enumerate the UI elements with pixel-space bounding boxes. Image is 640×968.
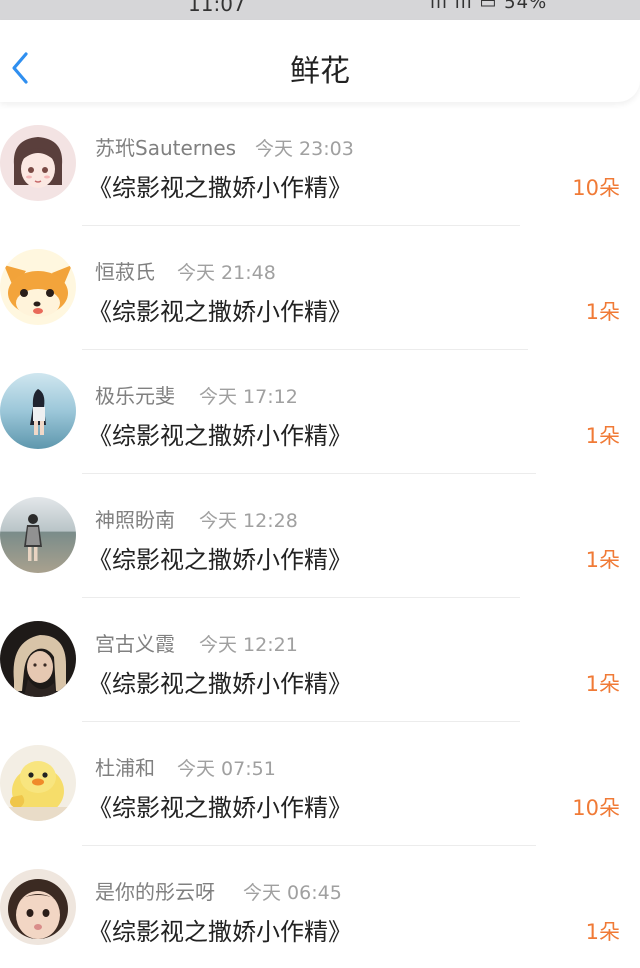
list-item[interactable]: 神照盼南 今天 12:28 《综影视之撒娇小作精》 1朵 <box>0 474 640 598</box>
user-name: 杜浦和 <box>95 756 155 780</box>
user-name: 恒菽氏 <box>95 260 155 284</box>
avatar[interactable] <box>0 869 76 945</box>
timestamp: 今天 12:28 <box>199 510 298 532</box>
timestamp: 今天 23:03 <box>255 138 354 160</box>
book-title: 《综影视之撒娇小作精》 <box>88 174 352 202</box>
avatar[interactable] <box>0 621 76 697</box>
flower-count: 10朵 <box>572 176 620 200</box>
timestamp: 今天 21:48 <box>177 262 276 284</box>
list-item[interactable]: 宫古义霞 今天 12:21 《综影视之撒娇小作精》 1朵 <box>0 598 640 722</box>
list-item[interactable]: 极乐元斐 今天 17:12 《综影视之撒娇小作精》 1朵 <box>0 350 640 474</box>
status-indicators: ıll ıll ▭ 54% <box>430 0 548 13</box>
user-name: 宫古义霞 <box>95 632 175 656</box>
timestamp: 今天 17:12 <box>199 386 298 408</box>
user-name: 极乐元斐 <box>95 384 175 408</box>
avatar[interactable] <box>0 497 76 573</box>
list-item[interactable]: 是你的彤云呀 今天 06:45 《综影视之撒娇小作精》 1朵 <box>0 846 640 968</box>
list-item[interactable]: 恒菽氏 今天 21:48 《综影视之撒娇小作精》 1朵 <box>0 226 640 350</box>
user-name: 苏玳Sauternes <box>95 136 237 160</box>
book-title: 《综影视之撒娇小作精》 <box>88 918 352 946</box>
user-name: 神照盼南 <box>95 508 175 532</box>
book-title: 《综影视之撒娇小作精》 <box>88 794 352 822</box>
user-name: 是你的彤云呀 <box>95 880 215 904</box>
flower-count: 1朵 <box>585 424 620 448</box>
screen: 11:07 ıll ıll ▭ 54% 鲜花 苏玳Sauternes 今天 23… <box>0 0 640 968</box>
book-title: 《综影视之撒娇小作精》 <box>88 546 352 574</box>
flower-count: 1朵 <box>585 548 620 572</box>
header: 鲜花 <box>0 20 640 102</box>
timestamp: 今天 07:51 <box>177 758 276 780</box>
flower-count: 10朵 <box>572 796 620 820</box>
avatar[interactable] <box>0 373 76 449</box>
book-title: 《综影视之撒娇小作精》 <box>88 298 352 326</box>
list-item[interactable]: 苏玳Sauternes 今天 23:03 《综影视之撒娇小作精》 10朵 <box>0 102 640 226</box>
flower-count: 1朵 <box>585 300 620 324</box>
status-time: 11:07 <box>188 0 246 16</box>
avatar[interactable] <box>0 125 76 201</box>
page-title: 鲜花 <box>290 54 350 89</box>
flower-count: 1朵 <box>585 920 620 944</box>
status-bar: 11:07 ıll ıll ▭ 54% <box>0 0 640 20</box>
avatar[interactable] <box>0 249 76 325</box>
avatar[interactable] <box>0 745 76 821</box>
timestamp: 今天 12:21 <box>199 634 298 656</box>
list-item[interactable]: 杜浦和 今天 07:51 《综影视之撒娇小作精》 10朵 <box>0 722 640 846</box>
flower-list: 苏玳Sauternes 今天 23:03 《综影视之撒娇小作精》 10朵 恒菽氏… <box>0 102 640 968</box>
flower-count: 1朵 <box>585 672 620 696</box>
book-title: 《综影视之撒娇小作精》 <box>88 670 352 698</box>
book-title: 《综影视之撒娇小作精》 <box>88 422 352 450</box>
timestamp: 今天 06:45 <box>243 882 342 904</box>
